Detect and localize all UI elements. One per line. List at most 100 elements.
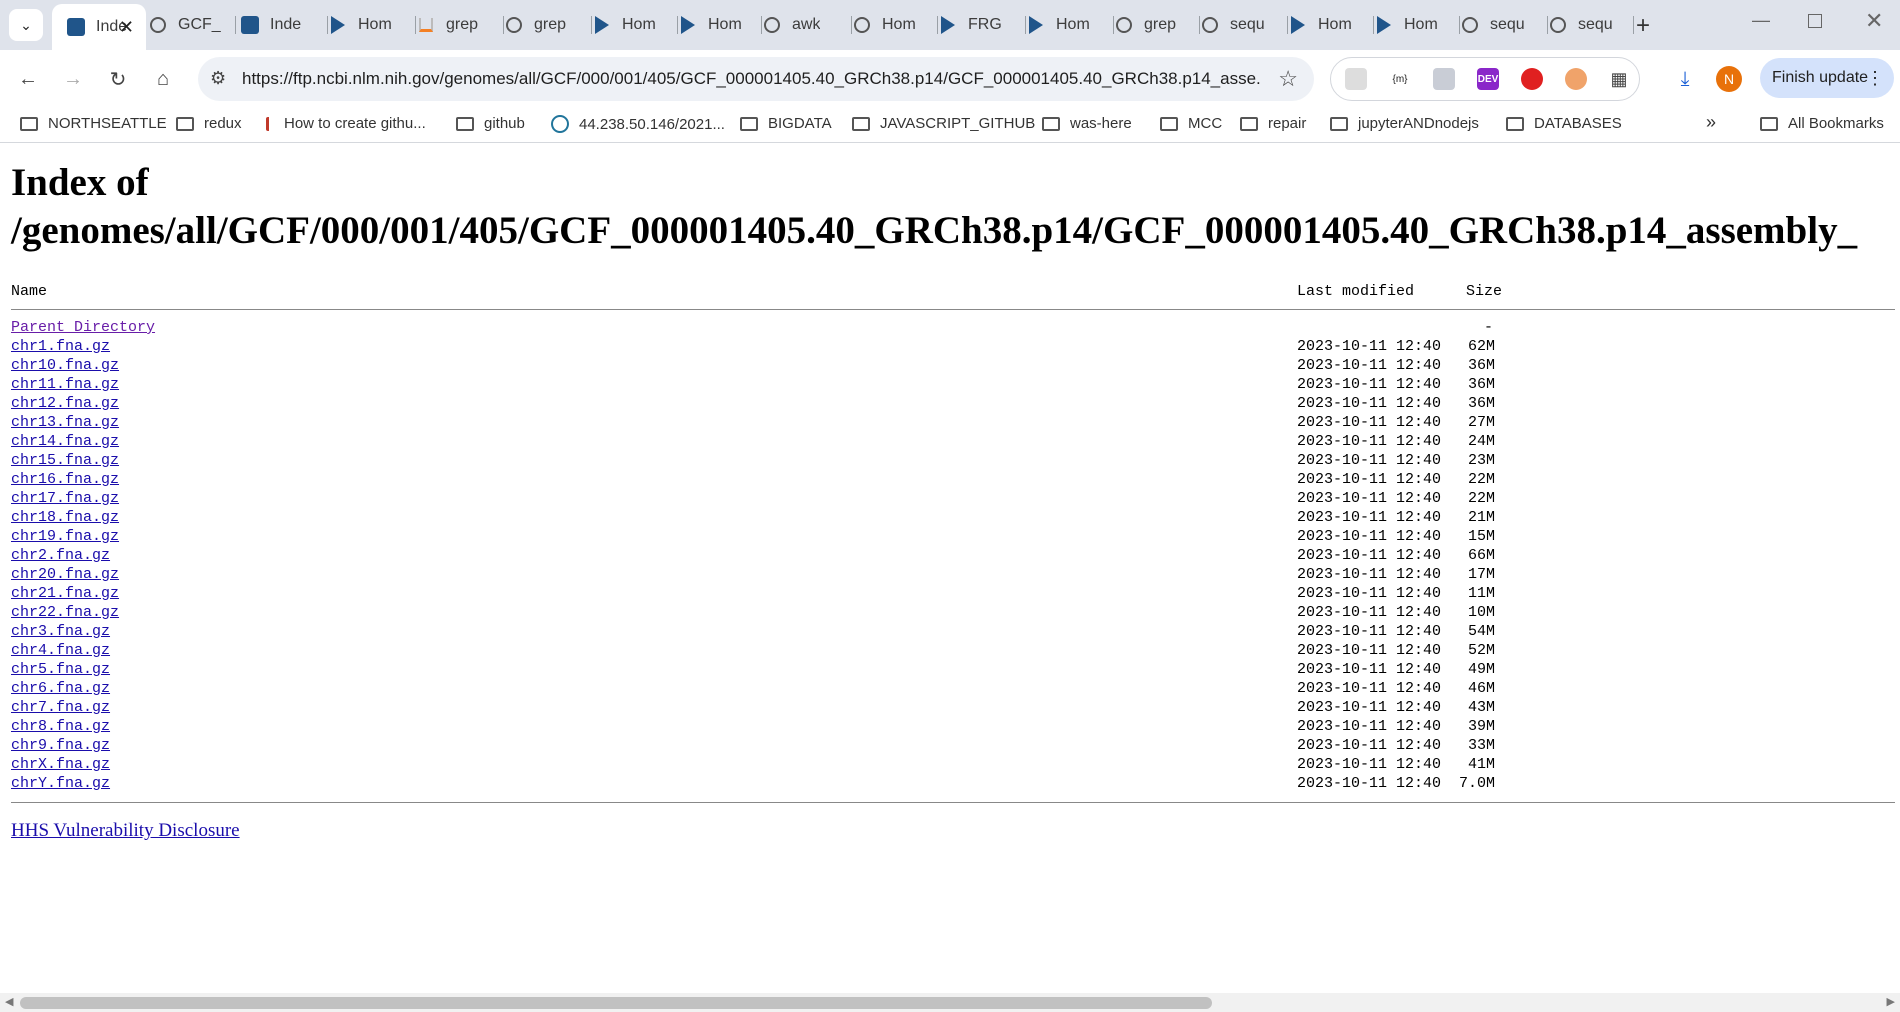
finish-update-button[interactable]: Finish update ⋮ [1760, 58, 1894, 98]
parent-directory-link[interactable]: Parent Directory [11, 319, 155, 336]
tab-17[interactable]: sequ [1538, 6, 1634, 44]
tab-11[interactable]: Hom [1016, 6, 1114, 44]
file-link[interactable]: chr15.fna.gz [11, 452, 119, 469]
file-modified: 2023-10-11 12:40 [1297, 775, 1442, 792]
bookmark-item[interactable]: BIGDATA [740, 115, 832, 132]
file-link[interactable]: chr18.fna.gz [11, 509, 119, 526]
tab-1[interactable]: Inde ✕ [52, 4, 146, 50]
tab-13[interactable]: sequ [1190, 6, 1288, 44]
file-size: 33M [1467, 737, 1495, 754]
header-divider [11, 309, 1895, 310]
horizontal-scrollbar[interactable]: ◀ ▶ [0, 993, 1900, 1012]
file-link[interactable]: chr14.fna.gz [11, 433, 119, 450]
file-link[interactable]: chr3.fna.gz [11, 623, 110, 640]
file-link[interactable]: chr1.fna.gz [11, 338, 110, 355]
file-link[interactable]: chr11.fna.gz [11, 376, 119, 393]
site-info-icon[interactable]: ⚙ [210, 68, 226, 89]
file-link[interactable]: chr16.fna.gz [11, 471, 119, 488]
file-link[interactable]: chr4.fna.gz [11, 642, 110, 659]
extension-avatar-icon[interactable] [1565, 68, 1587, 90]
file-link[interactable]: chr12.fna.gz [11, 395, 119, 412]
file-link[interactable]: chr5.fna.gz [11, 661, 110, 678]
column-header-size[interactable]: Size [1466, 283, 1502, 300]
bookmark-item[interactable]: NORTHSEATTLE [20, 115, 167, 132]
file-link[interactable]: chr2.fna.gz [11, 547, 110, 564]
extensions-puzzle-icon[interactable]: ▦ [1608, 68, 1630, 90]
tab-8[interactable]: awk [752, 6, 852, 44]
bookmark-item[interactable]: repair [1240, 115, 1306, 132]
bookmark-item[interactable]: DATABASES [1506, 115, 1622, 132]
downloads-button[interactable]: ⤓ [1670, 64, 1700, 94]
extension-record-icon[interactable] [1521, 68, 1543, 90]
bookmark-item[interactable]: MCC [1160, 115, 1222, 132]
back-button[interactable]: ← [13, 64, 43, 94]
file-link[interactable]: chr20.fna.gz [11, 566, 119, 583]
tab-7[interactable]: Hom [668, 6, 762, 44]
column-header-name[interactable]: Name [11, 283, 47, 300]
folder-icon [1506, 116, 1524, 131]
file-link[interactable]: chr10.fna.gz [11, 357, 119, 374]
tab-0[interactable]: GCF_ [138, 6, 236, 44]
tab-6[interactable]: Hom [582, 6, 678, 44]
bookmark-item[interactable]: How to create githu... [266, 115, 426, 132]
forward-button[interactable]: → [58, 64, 88, 94]
file-link[interactable]: chrX.fna.gz [11, 756, 110, 773]
file-link[interactable]: chr19.fna.gz [11, 528, 119, 545]
bookmarks-overflow-button[interactable]: » [1706, 112, 1716, 133]
file-link[interactable]: chrY.fna.gz [11, 775, 110, 792]
scrollbar-thumb[interactable] [20, 997, 1212, 1009]
bookmark-item[interactable]: jupyterANDnodejs [1330, 115, 1479, 132]
hhs-vulnerability-disclosure-link[interactable]: HHS Vulnerability Disclosure [11, 820, 240, 842]
tab-4[interactable]: grep [406, 6, 504, 44]
file-modified: 2023-10-11 12:40 [1297, 471, 1442, 488]
minimize-button[interactable]: — [1752, 10, 1770, 31]
file-link[interactable]: chr9.fna.gz [11, 737, 110, 754]
tab-5[interactable]: grep [494, 6, 592, 44]
globe-icon [504, 15, 524, 35]
column-header-last-modified[interactable]: Last modified [1297, 283, 1414, 300]
file-link[interactable]: chr8.fna.gz [11, 718, 110, 735]
extension-cards-icon[interactable] [1433, 68, 1455, 90]
extension-blank-icon[interactable] [1345, 68, 1367, 90]
tab-15[interactable]: Hom [1364, 6, 1460, 44]
profile-avatar[interactable]: N [1716, 66, 1742, 92]
scroll-right-icon[interactable]: ▶ [1887, 995, 1895, 1008]
folder-icon [176, 116, 194, 131]
tab-9[interactable]: Hom [842, 6, 938, 44]
file-link[interactable]: chr22.fna.gz [11, 604, 119, 621]
tab-2[interactable]: Inde [230, 6, 328, 44]
all-bookmarks-button[interactable]: All Bookmarks [1760, 115, 1884, 132]
bookmark-item[interactable]: github [456, 115, 525, 132]
bookmark-item[interactable]: was-here [1042, 115, 1132, 132]
home-button[interactable]: ⌂ [148, 64, 178, 94]
tab-16[interactable]: sequ [1450, 6, 1548, 44]
tab-3[interactable]: Hom [318, 6, 416, 44]
reload-button[interactable]: ↻ [103, 64, 133, 94]
arrow-left-icon: ← [18, 67, 38, 90]
close-tab-icon[interactable]: ✕ [119, 17, 134, 38]
tab-10[interactable]: FRG [928, 6, 1026, 44]
bookmark-star-icon[interactable]: ☆ [1278, 66, 1298, 92]
maximize-button[interactable] [1808, 12, 1822, 33]
folder-icon [20, 116, 38, 131]
address-bar[interactable]: ⚙ https://ftp.ncbi.nlm.nih.gov/genomes/a… [198, 57, 1314, 101]
url-text[interactable]: https://ftp.ncbi.nlm.nih.gov/genomes/all… [242, 69, 1262, 89]
scroll-left-icon[interactable]: ◀ [5, 995, 13, 1008]
bookmark-item[interactable]: JAVASCRIPT_GITHUB [852, 115, 1035, 132]
tab-12[interactable]: grep [1104, 6, 1200, 44]
file-link[interactable]: chr21.fna.gz [11, 585, 119, 602]
bookmark-item[interactable]: 44.238.50.146/2021... [551, 115, 725, 133]
extension-braces-icon[interactable]: {m} [1389, 68, 1411, 90]
file-link[interactable]: chr17.fna.gz [11, 490, 119, 507]
close-window-button[interactable]: ✕ [1865, 8, 1883, 34]
tab-14[interactable]: Hom [1278, 6, 1374, 44]
bookmark-label: repair [1268, 115, 1307, 132]
file-link[interactable]: chr7.fna.gz [11, 699, 110, 716]
table-row: chrY.fna.gz 2023-10-11 12:40 7.0M [0, 775, 1900, 794]
file-link[interactable]: chr13.fna.gz [11, 414, 119, 431]
bookmark-item[interactable]: redux [176, 115, 242, 132]
new-tab-button[interactable]: + [1636, 12, 1650, 40]
tab-search-button[interactable]: ⌄ [9, 9, 43, 41]
extension-dev-icon[interactable]: DEV [1477, 68, 1499, 90]
file-link[interactable]: chr6.fna.gz [11, 680, 110, 697]
